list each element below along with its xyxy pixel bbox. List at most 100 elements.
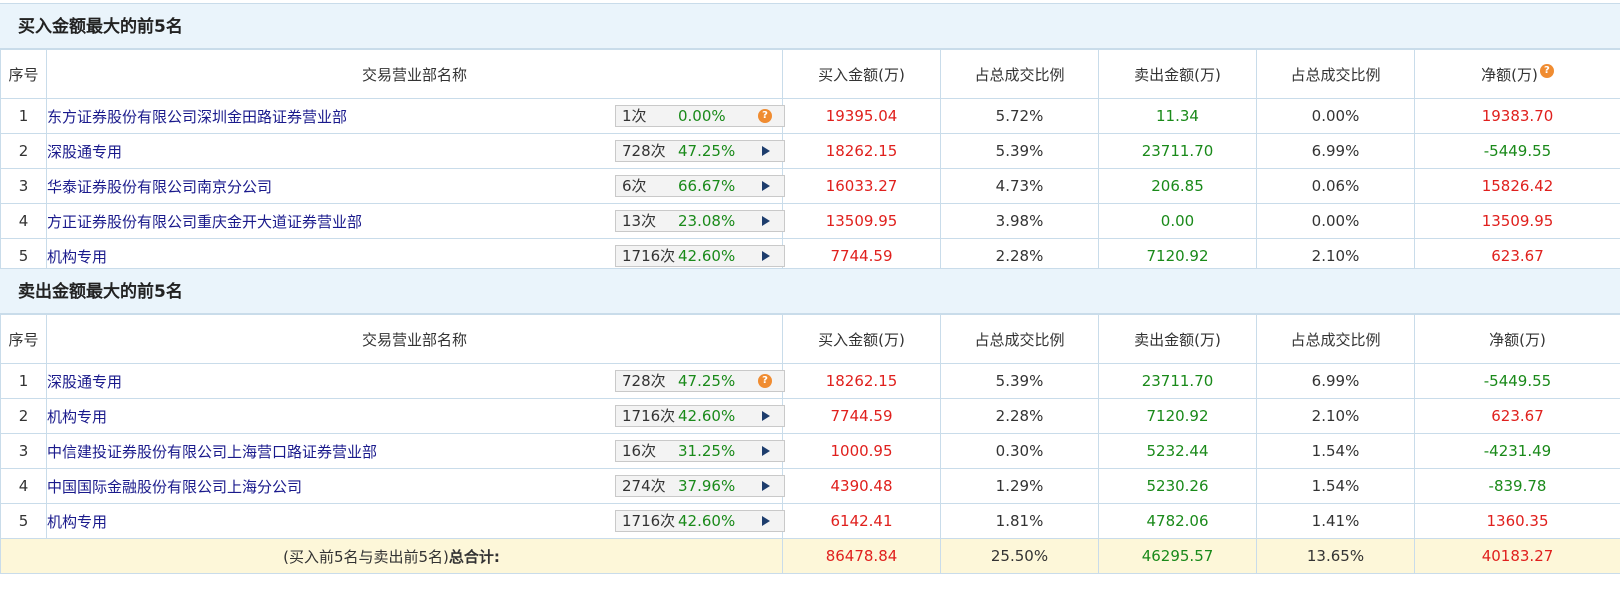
sell-amount: 7120.92 bbox=[1098, 398, 1257, 434]
dept-cell: 东方证券股份有限公司深圳金田路证券营业部 1次 0.00%? bbox=[46, 98, 785, 134]
col-header-buy-ratio: 占总成交比例 bbox=[940, 314, 1099, 364]
table-header-row: 序号 交易营业部名称 买入金额(万) 占总成交比例 卖出金额(万) 占总成交比例… bbox=[0, 49, 1620, 99]
buy-ratio: 3.98% bbox=[940, 203, 1099, 239]
table-row: 5 机构专用 1716次 42.60% 6142.41 1.81% 4782.06 1.41%… bbox=[0, 503, 1620, 539]
net-amount: 15826.42 bbox=[1414, 168, 1620, 204]
dept-name-link[interactable]: 深股通专用 bbox=[47, 373, 122, 391]
success-rate: 42.60% bbox=[678, 512, 736, 530]
sell-ratio: 1.41% bbox=[1256, 503, 1415, 539]
arrow-right-icon[interactable] bbox=[762, 251, 770, 261]
total-net-amount: 40183.27 bbox=[1414, 538, 1620, 574]
buy-amount: 19395.04 bbox=[782, 98, 941, 134]
buy-ratio: 0.30% bbox=[940, 433, 1099, 469]
dept-history-box[interactable]: 13次 23.08% bbox=[615, 210, 785, 232]
buy-amount: 4390.48 bbox=[782, 468, 941, 504]
dept-name-link[interactable]: 东方证券股份有限公司深圳金田路证券营业部 bbox=[47, 108, 347, 126]
table-row: 4 中国国际金融股份有限公司上海分公司 274次 37.96% 4390.48 1.29%… bbox=[0, 468, 1620, 504]
question-icon[interactable]: ? bbox=[758, 109, 772, 123]
buy-top5-table: 序号 交易营业部名称 买入金额(万) 占总成交比例 卖出金额(万) 占总成交比例… bbox=[0, 49, 1620, 274]
success-rate: 31.25% bbox=[678, 442, 736, 460]
sell-top5-table: 序号 交易营业部名称 买入金额(万) 占总成交比例 卖出金额(万) 占总成交比例… bbox=[0, 314, 1620, 574]
col-header-net-amount: 净额(万) bbox=[1414, 314, 1620, 364]
dept-cell: 机构专用 1716次 42.60% bbox=[46, 503, 785, 539]
net-amount: 1360.35 bbox=[1414, 503, 1620, 539]
dept-history-box[interactable]: 728次 47.25% bbox=[615, 140, 785, 162]
buy-section-title: 买入金额最大的前5名 bbox=[0, 3, 1620, 49]
buy-ratio: 5.39% bbox=[940, 133, 1099, 169]
dept-cell: 深股通专用 728次 47.25% bbox=[46, 133, 785, 169]
col-header-index: 序号 bbox=[0, 314, 47, 364]
col-header-index: 序号 bbox=[0, 49, 47, 99]
row-index: 4 bbox=[0, 468, 47, 504]
table-row: 4 方正证券股份有限公司重庆金开大道证券营业部 13次 23.08% 13509.95 3… bbox=[0, 203, 1620, 239]
dept-history-box[interactable]: 1716次 42.60% bbox=[615, 245, 785, 267]
col-header-sell-ratio: 占总成交比例 bbox=[1256, 314, 1415, 364]
net-amount: -839.78 bbox=[1414, 468, 1620, 504]
col-header-dept-name: 交易营业部名称 bbox=[46, 49, 783, 99]
success-rate: 23.08% bbox=[678, 212, 736, 230]
arrow-right-icon[interactable] bbox=[762, 411, 770, 421]
buy-amount: 16033.27 bbox=[782, 168, 941, 204]
buy-ratio: 1.29% bbox=[940, 468, 1099, 504]
arrow-right-icon[interactable] bbox=[762, 146, 770, 156]
total-row: (买入前5名与卖出前5名)总合计: 86478.84 25.50% 46295.… bbox=[0, 538, 1620, 574]
row-index: 5 bbox=[0, 503, 47, 539]
sell-amount: 5230.26 bbox=[1098, 468, 1257, 504]
dragon-tiger-board: 买入金额最大的前5名 序号 交易营业部名称 买入金额(万) 占总成交比例 卖出金… bbox=[0, 0, 1620, 594]
dept-name-link[interactable]: 中信建投证券股份有限公司上海营口路证券营业部 bbox=[47, 443, 377, 461]
arrow-right-icon[interactable] bbox=[762, 216, 770, 226]
arrow-right-icon[interactable] bbox=[762, 481, 770, 491]
success-rate: 47.25% bbox=[678, 372, 736, 390]
dept-history-box[interactable]: 1次 0.00%? bbox=[615, 105, 785, 127]
buy-ratio: 4.73% bbox=[940, 168, 1099, 204]
dept-name-link[interactable]: 深股通专用 bbox=[47, 143, 122, 161]
col-header-buy-amount: 买入金额(万) bbox=[782, 314, 941, 364]
appearance-count: 13次 bbox=[622, 212, 657, 230]
table-row: 2 深股通专用 728次 47.25% 18262.15 5.39% 23711.70 6.9… bbox=[0, 133, 1620, 169]
arrow-right-icon[interactable] bbox=[762, 516, 770, 526]
sell-amount: 23711.70 bbox=[1098, 363, 1257, 399]
dept-name-link[interactable]: 机构专用 bbox=[47, 408, 107, 426]
appearance-count: 1716次 bbox=[622, 512, 676, 530]
success-rate: 37.96% bbox=[678, 477, 736, 495]
dept-history-box[interactable]: 274次 37.96% bbox=[615, 475, 785, 497]
dept-history-box[interactable]: 6次 66.67% bbox=[615, 175, 785, 197]
net-amount: -5449.55 bbox=[1414, 363, 1620, 399]
total-buy-ratio: 25.50% bbox=[940, 538, 1099, 574]
sell-section-title: 卖出金额最大的前5名 bbox=[0, 268, 1620, 314]
dept-cell: 深股通专用 728次 47.25%? bbox=[46, 363, 785, 399]
arrow-right-icon[interactable] bbox=[762, 446, 770, 456]
dept-history-box[interactable]: 16次 31.25% bbox=[615, 440, 785, 462]
dept-history-box[interactable]: 1716次 42.60% bbox=[615, 510, 785, 532]
table-header-row: 序号 交易营业部名称 买入金额(万) 占总成交比例 卖出金额(万) 占总成交比例… bbox=[0, 314, 1620, 364]
buy-amount: 7744.59 bbox=[782, 398, 941, 434]
arrow-right-icon[interactable] bbox=[762, 181, 770, 191]
dept-history-box[interactable]: 728次 47.25%? bbox=[615, 370, 785, 392]
appearance-count: 728次 bbox=[622, 372, 666, 390]
dept-name-link[interactable]: 华泰证券股份有限公司南京分公司 bbox=[47, 178, 272, 196]
help-question-icon[interactable]: ? bbox=[1539, 63, 1554, 78]
dept-history-box[interactable]: 1716次 42.60% bbox=[615, 405, 785, 427]
sell-ratio: 6.99% bbox=[1256, 363, 1415, 399]
appearance-count: 6次 bbox=[622, 177, 647, 195]
col-header-sell-ratio: 占总成交比例 bbox=[1256, 49, 1415, 99]
buy-ratio: 2.28% bbox=[940, 398, 1099, 434]
dept-name-link[interactable]: 方正证券股份有限公司重庆金开大道证券营业部 bbox=[47, 213, 362, 231]
dept-cell: 中国国际金融股份有限公司上海分公司 274次 37.96% bbox=[46, 468, 785, 504]
sell-amount: 11.34 bbox=[1098, 98, 1257, 134]
dept-name-link[interactable]: 机构专用 bbox=[47, 513, 107, 531]
total-sell-ratio: 13.65% bbox=[1256, 538, 1415, 574]
sell-ratio: 0.06% bbox=[1256, 168, 1415, 204]
buy-amount: 6142.41 bbox=[782, 503, 941, 539]
col-header-net-amount: 净额(万)? bbox=[1414, 49, 1620, 99]
question-icon[interactable]: ? bbox=[758, 374, 772, 388]
sell-ratio: 2.10% bbox=[1256, 398, 1415, 434]
dept-name-link[interactable]: 机构专用 bbox=[47, 248, 107, 266]
appearance-count: 1次 bbox=[622, 107, 647, 125]
net-amount: -4231.49 bbox=[1414, 433, 1620, 469]
dept-name-link[interactable]: 中国国际金融股份有限公司上海分公司 bbox=[47, 478, 302, 496]
table-row: 1 深股通专用 728次 47.25%? 18262.15 5.39% 23711.70 6.… bbox=[0, 363, 1620, 399]
success-rate: 42.60% bbox=[678, 247, 736, 265]
row-index: 3 bbox=[0, 433, 47, 469]
sell-ratio: 1.54% bbox=[1256, 433, 1415, 469]
